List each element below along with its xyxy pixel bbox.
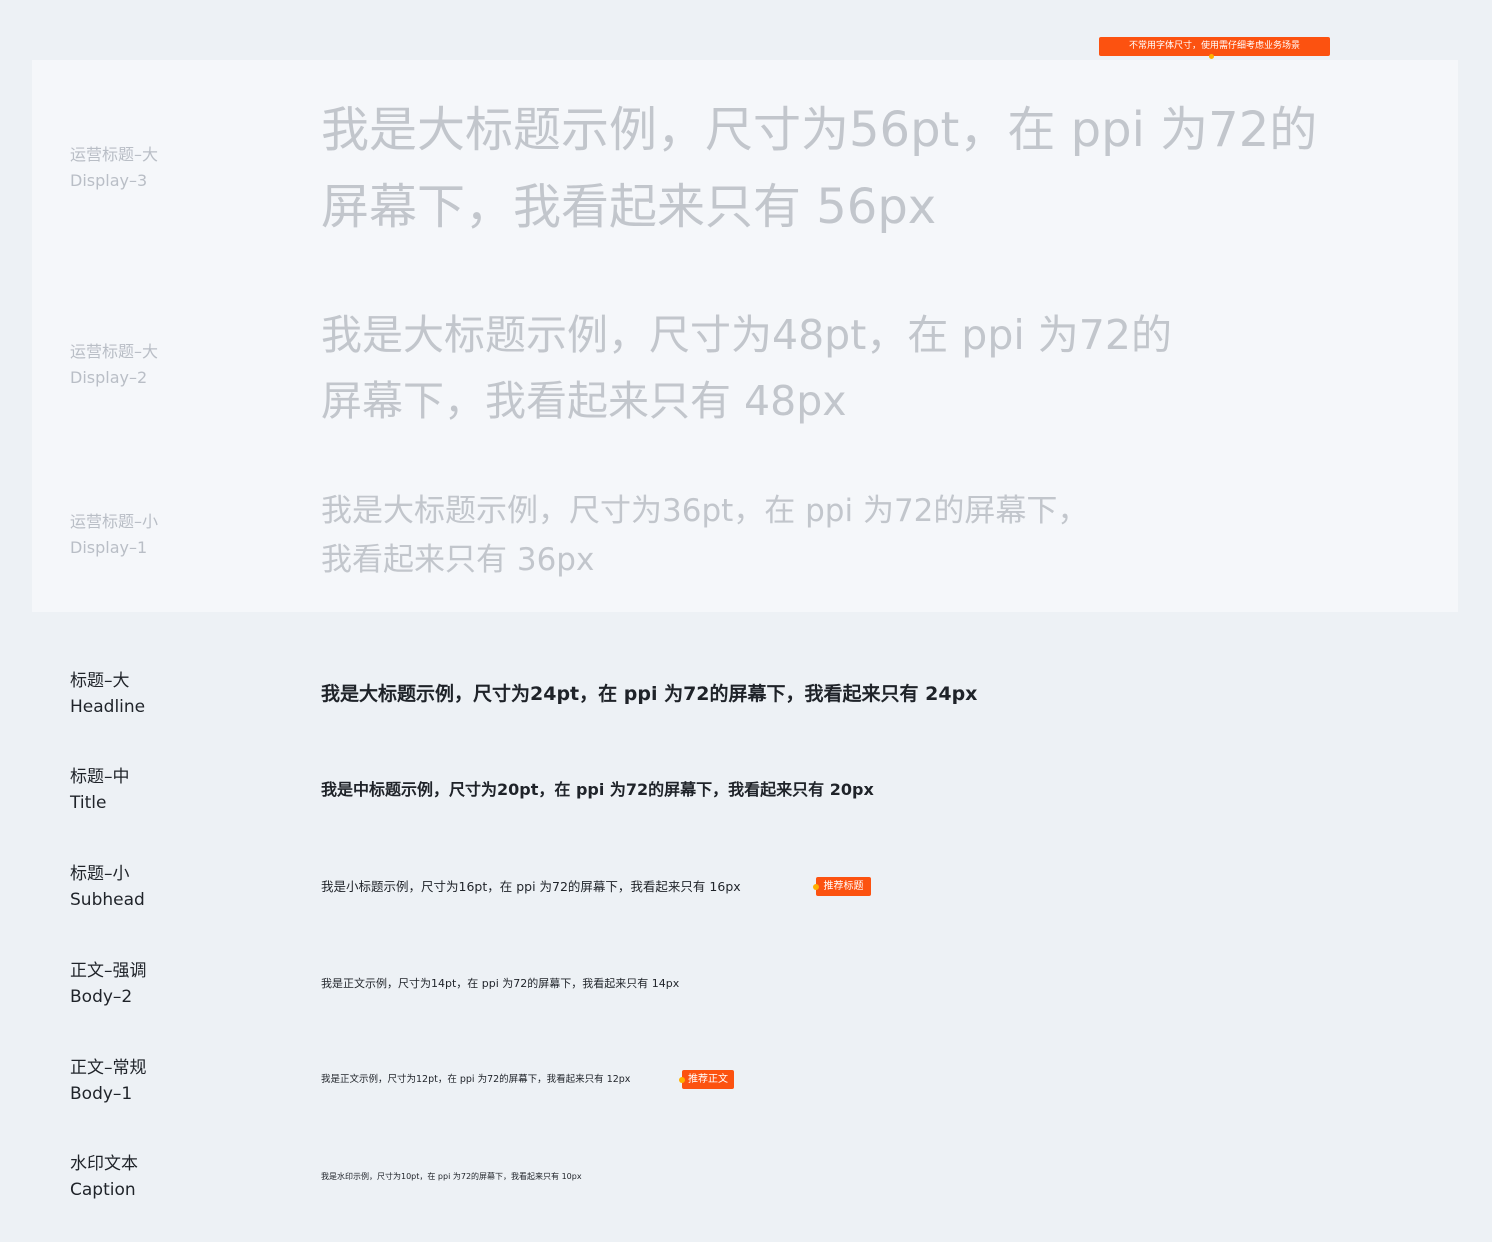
recommended-title-tag-text: 推荐标题 [823, 880, 864, 892]
display-1-label: 运营标题–小 Display–1 [70, 509, 158, 561]
display-3-label-en: Display–3 [70, 171, 148, 190]
headline-label-en: Headline [70, 697, 146, 717]
display-3-sample-line-1: 我是大标题示例，尺寸为56pt，在 ppi 为72的 [321, 102, 1318, 158]
caption-label: 水印文本 Caption [70, 1151, 138, 1203]
recommended-title-tag: 推荐标题 [813, 877, 871, 896]
body-1-label: 正文–常规 Body–1 [70, 1055, 147, 1107]
subhead-sample: 我是小标题示例，尺寸为16pt，在 ppi 为72的屏幕下，我看起来只有 16p… [321, 879, 741, 894]
headline-label-zh: 标题–大 [70, 671, 130, 691]
subhead-label-en: Subhead [70, 890, 145, 910]
display-1-sample-line-2: 我看起来只有 36px [321, 542, 595, 578]
display-2-label-zh: 运营标题–大 [70, 342, 159, 361]
display-2-label: 运营标题–大 Display–2 [70, 339, 158, 391]
body-2-sample: 我是正文示例，尺寸为14pt，在 ppi 为72的屏幕下，我看起来只有 14px [321, 977, 680, 990]
tag-pin-dot [813, 883, 819, 890]
display-1-label-en: Display–1 [70, 538, 148, 557]
display-1-label-zh: 运营标题–小 [70, 512, 159, 531]
body-2-label: 正文–强调 Body–2 [70, 958, 147, 1010]
headline-sample: 我是大标题示例，尺寸为24pt，在 ppi 为72的屏幕下，我看起来只有 24p… [321, 683, 978, 705]
tag-pin-dot [1209, 54, 1214, 59]
display-2-sample: 我是大标题示例，尺寸为48pt，在 ppi 为72的 屏幕下，我看起来只有 48… [321, 302, 1172, 434]
caption-label-en: Caption [70, 1180, 136, 1200]
recommended-body-tag-text: 推荐正文 [688, 1073, 728, 1085]
display-1-sample-line-1: 我是大标题示例，尺寸为36pt，在 ppi 为72的屏幕下， [321, 493, 1089, 529]
body-1-label-en: Body–1 [70, 1084, 133, 1104]
headline-label: 标题–大 Headline [70, 668, 145, 720]
title-label-en: Title [70, 793, 107, 813]
subhead-label-zh: 标题–小 [70, 864, 130, 884]
subhead-label: 标题–小 Subhead [70, 861, 145, 913]
body-1-sample: 我是正文示例，尺寸为12pt，在 ppi 为72的屏幕下，我看起来只有 12px [321, 1074, 631, 1085]
recommended-body-tag: 推荐正文 [679, 1070, 734, 1089]
body-2-label-en: Body–2 [70, 987, 133, 1007]
tag-pin-dot [679, 1076, 685, 1083]
display-1-sample: 我是大标题示例，尺寸为36pt，在 ppi 为72的屏幕下， 我看起来只有 36… [321, 487, 1088, 585]
body-1-label-zh: 正文–常规 [70, 1058, 147, 1078]
display-3-sample: 我是大标题示例，尺寸为56pt，在 ppi 为72的 屏幕下，我看起来只有 56… [321, 92, 1317, 246]
title-sample: 我是中标题示例，尺寸为20pt，在 ppi 为72的屏幕下，我看起来只有 20p… [321, 780, 874, 799]
rare-size-warning-text: 不常用字体尺寸，使用需仔细考虑业务场景 [1128, 41, 1300, 51]
display-3-sample-line-2: 屏幕下，我看起来只有 56px [321, 179, 937, 235]
display-2-sample-line-1: 我是大标题示例，尺寸为48pt，在 ppi 为72的 [321, 311, 1172, 359]
display-2-sample-line-2: 屏幕下，我看起来只有 48px [321, 377, 847, 425]
body-2-label-zh: 正文–强调 [70, 961, 147, 981]
caption-label-zh: 水印文本 [70, 1154, 138, 1174]
title-label-zh: 标题–中 [70, 767, 130, 787]
display-3-label-zh: 运营标题–大 [70, 145, 159, 164]
title-label: 标题–中 Title [70, 764, 130, 816]
caption-sample: 我是水印示例，尺寸为10pt，在 ppi 为72的屏幕下，我看起来只有 10px [321, 1172, 582, 1181]
display-3-label: 运营标题–大 Display–3 [70, 142, 158, 194]
display-2-label-en: Display–2 [70, 368, 148, 387]
rare-size-warning-tag: 不常用字体尺寸，使用需仔细考虑业务场景 [1099, 37, 1330, 59]
